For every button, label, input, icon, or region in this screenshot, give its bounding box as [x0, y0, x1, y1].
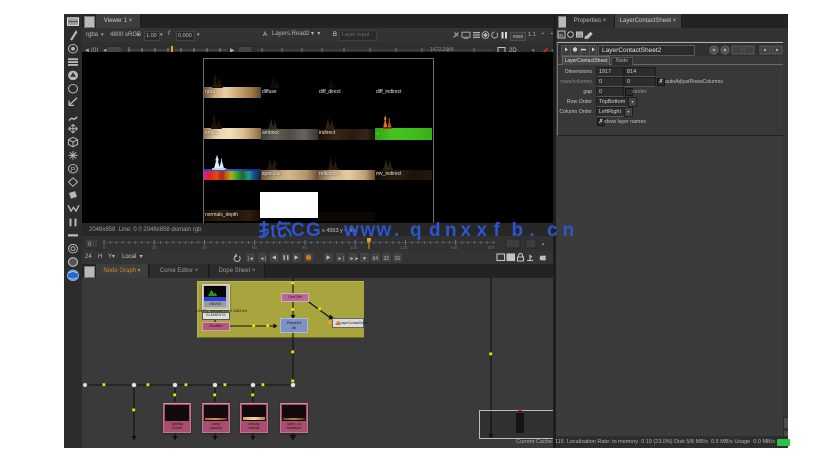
svg-text:60: 60	[252, 245, 258, 250]
svg-text:20: 20	[152, 245, 158, 250]
svg-text:140: 140	[450, 245, 458, 250]
svg-text:►►: ►►	[350, 256, 360, 262]
svg-text:|◄: |◄	[248, 256, 254, 262]
svg-text:►|: ►|	[338, 256, 344, 262]
svg-text:63: 63	[540, 256, 546, 262]
svg-text:40: 40	[202, 245, 208, 250]
svg-text:16: 16	[395, 256, 401, 262]
svg-text:IN: IN	[559, 33, 564, 38]
svg-text:32: 32	[384, 256, 390, 262]
svg-text:P: P	[71, 167, 76, 174]
svg-text:0: 0	[103, 245, 106, 250]
svg-text:▼: ▼	[362, 256, 367, 262]
svg-text:160: 160	[487, 245, 495, 250]
svg-text:100: 100	[350, 245, 358, 250]
svg-text:◄|: ◄|	[260, 256, 266, 262]
svg-text:120: 120	[400, 245, 408, 250]
svg-text:▪: ▪	[542, 242, 544, 248]
svg-text:80: 80	[302, 245, 308, 250]
svg-text:64: 64	[373, 256, 379, 262]
